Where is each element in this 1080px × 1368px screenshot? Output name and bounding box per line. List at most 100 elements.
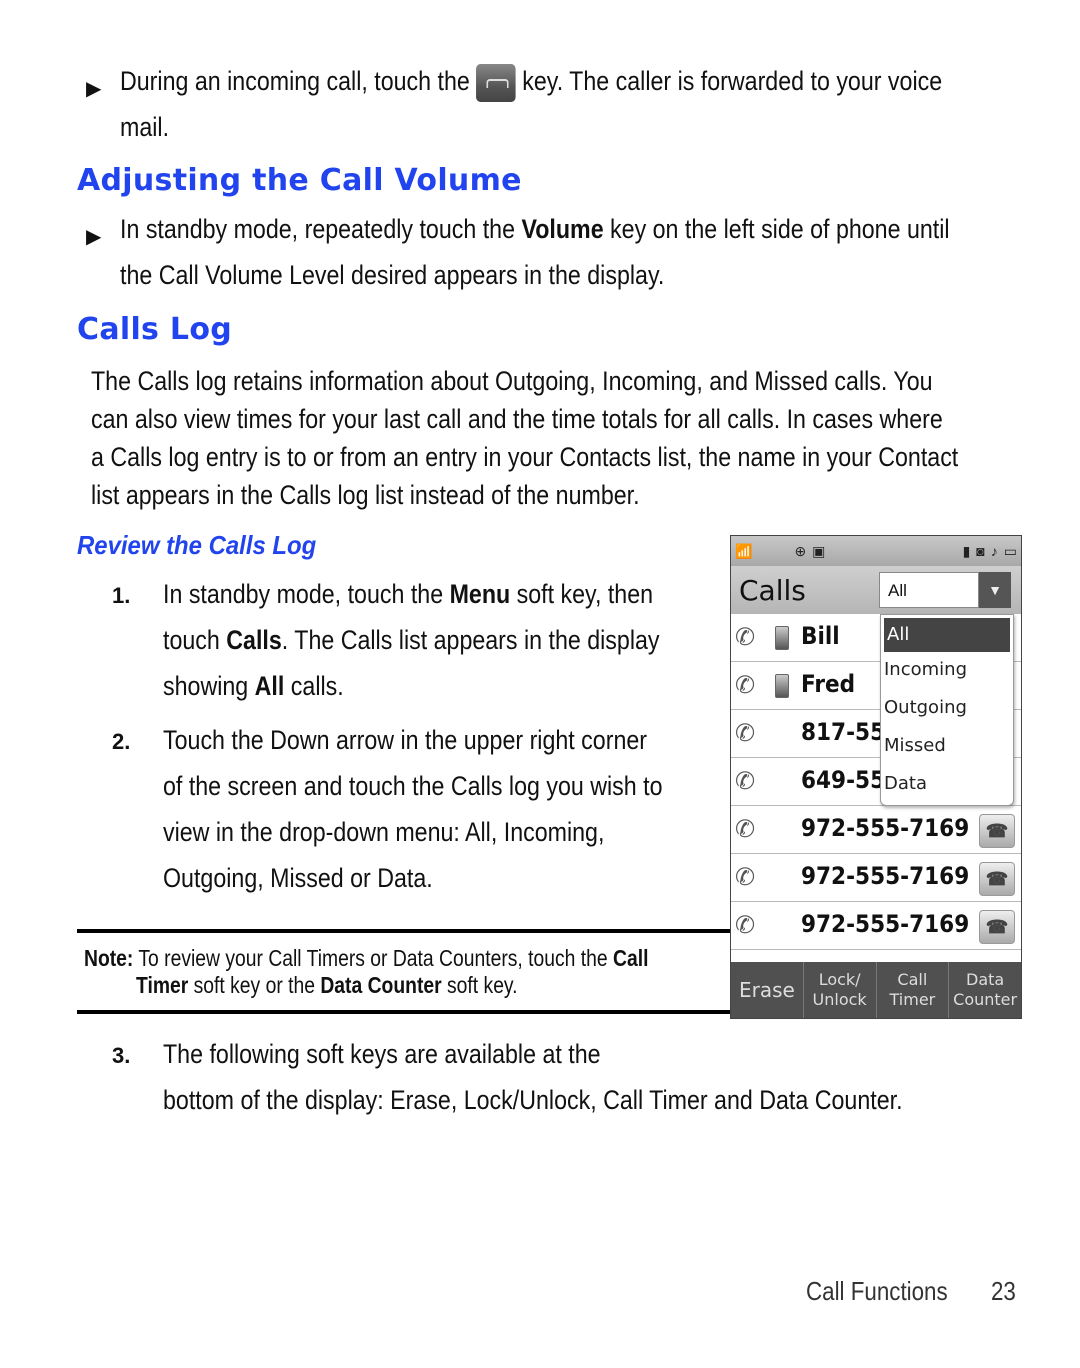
message-icon: ▣ [812, 542, 826, 559]
heading-review-calls-log: Review the Calls Log [77, 530, 317, 560]
softkey-label: Erase [739, 980, 795, 1000]
filter-select[interactable]: All [879, 572, 979, 608]
softkey-label-line: Counter [953, 990, 1018, 1009]
softkey-label-line: Lock/ [818, 970, 861, 989]
mobile-phone-icon [775, 674, 789, 698]
step-1-number: 1. [112, 583, 131, 608]
step-2-number: 2. [112, 729, 131, 754]
softkey-datacounter[interactable]: Data Counter [949, 962, 1021, 1018]
filter-dropdown-menu: All Incoming Outgoing Missed Data [880, 614, 1014, 806]
bullet-arrow-icon: ▶ [86, 78, 102, 100]
bullet-arrow-icon: ▶ [86, 226, 102, 248]
softkey-label-line: Timer [889, 990, 936, 1009]
intro-line-2: mail. [120, 112, 170, 142]
text: To review your Call Timers or Data Count… [133, 945, 614, 971]
dropdown-option-missed[interactable]: Missed [881, 728, 1013, 766]
softkey-label-line: Erase [738, 978, 795, 1002]
page-number: 23 [991, 1276, 1016, 1306]
step-2-line: Outgoing, Missed or Data. [163, 863, 433, 893]
step-1-text: In standby mode, touch the Menu soft key… [163, 571, 740, 709]
text: calls. [284, 671, 344, 701]
text: soft key. [441, 972, 518, 998]
memory-card-icon: ▮ [962, 542, 971, 559]
screen-title: Calls [739, 574, 806, 607]
text: . The Calls list appears in the display [281, 625, 660, 655]
intro-line-1: During an incoming call, touch the key. … [120, 58, 942, 104]
end-call-key-icon [476, 63, 516, 102]
bold: Call [613, 945, 649, 971]
calls-log-paragraph: The Calls log retains information about … [91, 362, 1080, 514]
bluetooth-icon: ◙ [976, 543, 985, 559]
text: In standby mode, touch the [163, 579, 450, 609]
bold-menu: Menu [449, 579, 511, 609]
intro-text-before: During an incoming call, touch the [120, 66, 470, 96]
step-3-number: 3. [112, 1043, 131, 1068]
softkey-label: Data Counter [953, 970, 1017, 1010]
softkey-calltimer[interactable]: Call Timer [877, 962, 950, 1018]
softkey-erase[interactable]: Erase [731, 962, 804, 1018]
text: In standby mode, repeatedly touch the [120, 214, 522, 244]
call-log-row[interactable]: ✆ 972-555-7169 ☎ [731, 854, 1021, 902]
softkey-bar: Erase Lock/Unlock Call Timer Data Counter [731, 962, 1021, 1018]
dropdown-option-all[interactable]: All [884, 618, 1010, 652]
footer-section: Call Functions [806, 1276, 948, 1306]
para-line: can also view times for your last call a… [91, 404, 943, 434]
call-button[interactable]: ☎ [979, 862, 1015, 896]
text: touch [163, 625, 227, 655]
step-1-line-1: In standby mode, touch the Menu soft key… [163, 571, 660, 617]
note-rule-bottom [77, 1010, 730, 1014]
outgoing-call-icon: ✆ [735, 768, 756, 795]
battery-icon: ▭ [1003, 542, 1017, 559]
caller-name: Fred [801, 670, 856, 698]
signal-icon: 📶 [735, 542, 753, 559]
bold-volume: Volume [521, 214, 604, 244]
call-log-row[interactable]: ✆ 972-555-7169 ☎ [731, 806, 1021, 854]
step-2-line: of the screen and touch the Calls log yo… [163, 771, 663, 801]
dropdown-option-outgoing[interactable]: Outgoing [881, 690, 1013, 728]
step-3-line-1: The following soft keys are available at… [163, 1039, 601, 1069]
step-1-line-2: touch Calls. The Calls list appears in t… [163, 617, 660, 663]
dropdown-arrow-button[interactable]: ▼ [979, 572, 1011, 608]
softkey-lockunlock[interactable]: Lock/Unlock [804, 962, 877, 1018]
para-line: a Calls log entry is to or from an entry… [91, 442, 959, 472]
step-2-text: Touch the Down arrow in the upper right … [163, 717, 744, 901]
step-2-line: Touch the Down arrow in the upper right … [163, 725, 648, 755]
note-line-1: Note: To review your Call Timers or Data… [84, 945, 648, 972]
softkey-label: Call Timer [890, 970, 936, 1010]
status-bar: 📶 ⊕ ▣ ▮ ◙ ♪ ▭ [731, 536, 1021, 566]
dropdown-option-incoming[interactable]: Incoming [881, 652, 1013, 690]
phone-screen: 📶 ⊕ ▣ ▮ ◙ ♪ ▭ Calls All ▼ ✆ Bill ✆ Fred ✆ 817… [730, 535, 1022, 1019]
text: soft key, then [510, 579, 654, 609]
softkey-label-line: Call [897, 970, 928, 989]
call-button[interactable]: ☎ [979, 910, 1015, 944]
text: showing [163, 671, 255, 701]
caller-name: 972-555-7169 [801, 910, 970, 938]
caller-name: 817-55 [801, 718, 886, 746]
softkey-label-line: Unlock [812, 990, 867, 1009]
note-rule-top [77, 929, 730, 933]
intro-text-after: key. The caller is forwarded to your voi… [522, 66, 943, 96]
step-2-line: view in the drop-down menu: All, Incomin… [163, 817, 605, 847]
bold-calls: Calls [226, 625, 282, 655]
heading-calls-log: Calls Log [77, 312, 233, 347]
softkey-label: Lock/Unlock [813, 970, 867, 1010]
bold: Data Counter [320, 972, 442, 998]
outgoing-call-icon: ✆ [735, 672, 756, 699]
bold-all: All [254, 671, 285, 701]
gps-icon: ⊕ [794, 542, 807, 559]
dropdown-option-data[interactable]: Data [881, 766, 1013, 804]
caller-name: Bill [801, 622, 840, 650]
bold: Timer [136, 972, 189, 998]
para-line: list appears in the Calls log list inste… [91, 480, 640, 510]
caller-name: 972-555-7169 [801, 814, 970, 842]
call-button[interactable]: ☎ [979, 814, 1015, 848]
text: key on the left side of phone until [603, 214, 950, 244]
outgoing-call-icon: ✆ [735, 816, 756, 843]
outgoing-call-icon: ✆ [735, 720, 756, 747]
para-line: The Calls log retains information about … [91, 366, 933, 396]
outgoing-call-icon: ✆ [735, 912, 756, 939]
volume-line-2: the Call Volume Level desired appears in… [120, 260, 665, 290]
mobile-phone-icon [775, 626, 789, 650]
call-log-row[interactable]: ✆ 972-555-7169 ☎ [731, 902, 1021, 950]
step-3-line-2: bottom of the display: Erase, Lock/Unloc… [163, 1085, 903, 1115]
